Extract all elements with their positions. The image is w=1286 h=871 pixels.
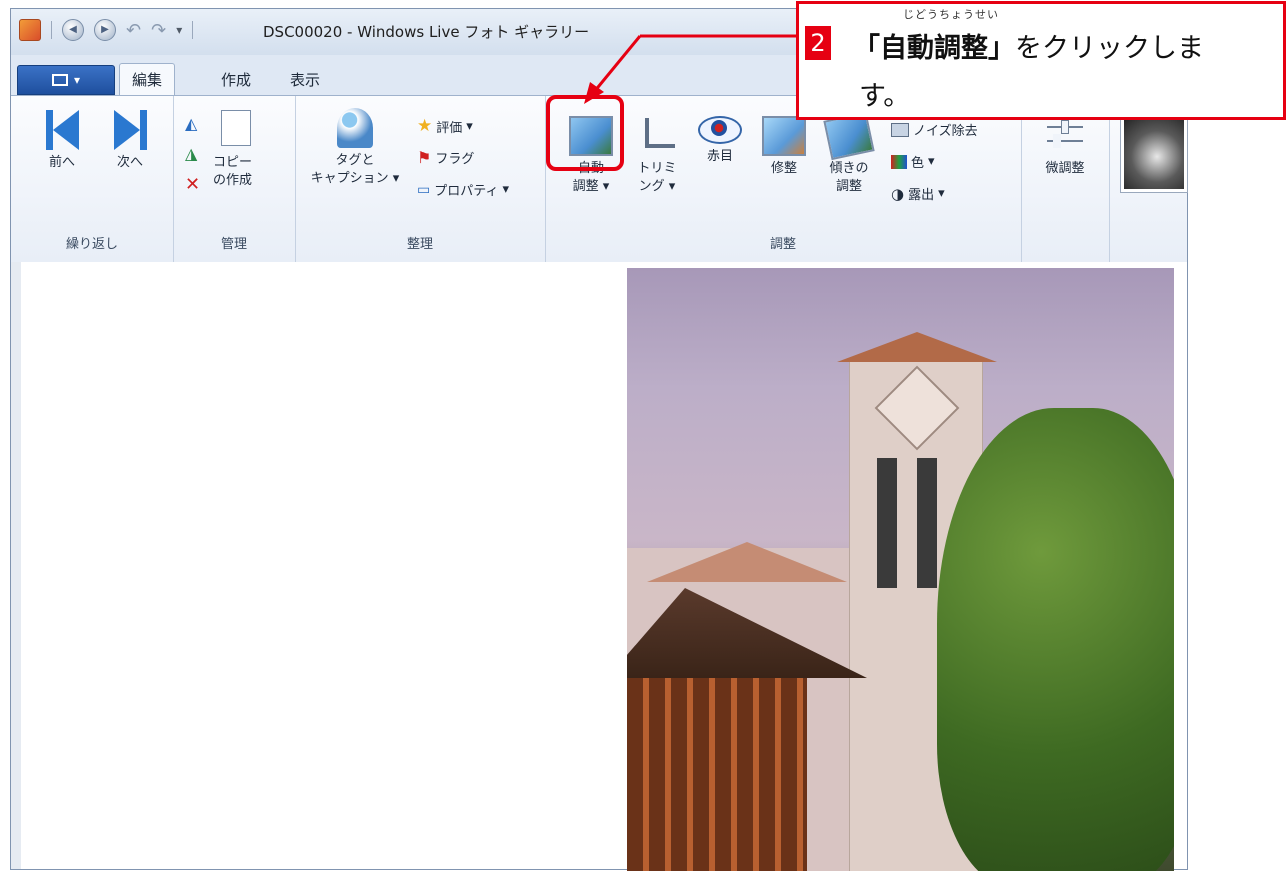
straighten-button[interactable]: 傾きの 調整 (821, 111, 877, 196)
customize-dropdown-icon[interactable]: ▾ (176, 23, 182, 37)
tag-label-2: キャプション ▾ (310, 171, 400, 186)
group-navigate: 前へ 次へ 繰り返し (11, 96, 174, 262)
instruction-keyword: 自動調整 (880, 33, 988, 64)
group-label: 管理 (220, 237, 247, 252)
divider (192, 21, 194, 39)
instruction-callout: 2 じどうちょうせい 「自動調整」をクリックしま す。 (796, 1, 1286, 120)
rotate-left-icon[interactable]: ◭ (185, 114, 197, 133)
retouch-label: 修整 (770, 161, 797, 176)
color-button[interactable]: 色 ▾ (891, 152, 935, 171)
instruction-text-line2: す。 (859, 81, 911, 112)
group-manage: ◭ ◮ ✕ コピー の作成 管理 (173, 96, 296, 262)
tag-label-1: タグと (335, 153, 375, 168)
copy-label-1: コピー (213, 155, 253, 170)
properties-button[interactable]: ▭ プロパティ ▾ (417, 180, 509, 200)
fine-tune-button[interactable]: 微調整 (1035, 116, 1095, 178)
crop-label-2: ング ▾ (638, 179, 676, 194)
exposure-label: 露出 (908, 188, 935, 203)
undo-icon[interactable]: ↶ (126, 20, 141, 41)
eye-icon (698, 116, 742, 144)
redeye-label: 赤目 (706, 149, 733, 164)
flag-label: フラグ (435, 152, 475, 167)
noise-label: ノイズ除去 (913, 124, 978, 139)
instruction-text: 「自動調整」をクリックしま (853, 26, 1204, 65)
prev-button[interactable]: 前へ (37, 110, 87, 172)
rating-label: 評価 (436, 120, 463, 136)
back-icon[interactable]: ◀ (62, 19, 84, 41)
redeye-button[interactable]: 赤目 (695, 116, 745, 166)
slider-icon (1045, 116, 1085, 156)
next-icon (105, 110, 155, 150)
photo-image (627, 268, 1174, 871)
document-icon (51, 74, 68, 86)
auto-adjust-highlight (546, 95, 624, 171)
tag-person-icon (337, 108, 373, 148)
copy-icon (221, 110, 251, 146)
left-scrollbar[interactable] (11, 262, 21, 869)
noise-icon (891, 122, 909, 137)
window-title: DSC00020 - Windows Live フォト ギャラリー (263, 23, 590, 41)
group-label: 繰り返し (65, 237, 118, 252)
prev-icon (37, 110, 87, 150)
straighten-label-1: 傾きの (829, 161, 869, 176)
ruby-reading: じどうちょうせい (903, 8, 999, 21)
copy-label-2: の作成 (213, 173, 253, 188)
flag-button[interactable]: ⚑ フラグ (417, 148, 474, 167)
crop-icon (637, 116, 677, 156)
flag-icon: ⚑ (417, 148, 432, 167)
auto-adjust-label-2: 調整 ▾ (572, 179, 610, 194)
tab-view[interactable]: 表示 (290, 69, 320, 90)
make-copy-button[interactable]: コピー の作成 (213, 154, 283, 190)
properties-icon: ▭ (417, 181, 431, 198)
photo-tower-roof (837, 332, 997, 362)
delete-icon[interactable]: ✕ (185, 174, 200, 195)
step-number: 2 (805, 26, 831, 60)
straighten-label-2: 調整 (835, 179, 862, 194)
group-label: 調整 (769, 237, 796, 252)
bracket-open: 「 (853, 33, 880, 64)
rating-button[interactable]: ★ 評価 ▾ (417, 116, 473, 136)
prev-label: 前へ (48, 155, 75, 170)
file-menu-button[interactable]: ▾ (17, 65, 115, 95)
tag-caption-button[interactable]: タグと キャプション ▾ (305, 108, 405, 188)
forward-icon[interactable]: ▶ (94, 19, 116, 41)
app-icon[interactable] (19, 19, 41, 41)
group-fine-tune: 微調整 (1021, 96, 1110, 262)
quick-access-toolbar: ◀ ▶ ↶ ↷ ▾ (19, 19, 194, 41)
divider (51, 21, 52, 39)
next-label: 次へ (116, 155, 143, 170)
crop-label-1: トリミ (637, 161, 677, 176)
rotate-right-icon[interactable]: ◮ (185, 144, 197, 163)
photo-roof-gable (647, 542, 847, 582)
properties-label: プロパティ (434, 184, 499, 199)
color-label: 色 (911, 156, 925, 171)
redo-icon[interactable]: ↷ (151, 20, 166, 41)
exposure-icon: ◑ (891, 184, 905, 203)
photo-gazebo (627, 678, 807, 871)
tab-create[interactable]: 作成 (221, 69, 251, 90)
chevron-down-icon: ▾ (73, 73, 81, 87)
retouch-icon (762, 116, 806, 156)
exposure-button[interactable]: ◑ 露出 ▾ (891, 184, 945, 204)
star-icon: ★ (417, 116, 433, 136)
group-label: 整理 (406, 237, 433, 252)
image-thumbnail[interactable] (1121, 114, 1187, 192)
crop-button[interactable]: トリミ ング ▾ (629, 116, 685, 196)
color-icon (891, 154, 907, 169)
retouch-button[interactable]: 修整 (759, 116, 809, 178)
photo-tree (937, 408, 1174, 871)
instruction-text-rest: をクリックしま (1015, 33, 1204, 64)
photo-belfry (877, 458, 897, 588)
bracket-close: 」 (988, 33, 1015, 64)
noise-button[interactable]: ノイズ除去 (891, 120, 978, 139)
group-organize: タグと キャプション ▾ ★ 評価 ▾ ⚑ フラグ ▭ プロパティ ▾ 整理 (295, 96, 546, 262)
next-button[interactable]: 次へ (105, 110, 155, 172)
fine-tune-label: 微調整 (1045, 161, 1085, 176)
tab-edit[interactable]: 編集 (119, 63, 176, 95)
